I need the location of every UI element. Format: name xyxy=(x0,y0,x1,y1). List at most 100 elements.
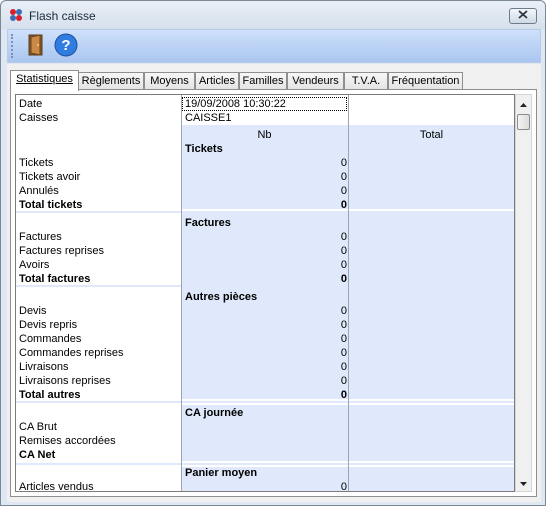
total-label: Total autres xyxy=(19,389,81,401)
scroll-thumb[interactable] xyxy=(517,114,530,130)
section-title-factures: Factures xyxy=(185,217,231,229)
table-row: Devis repris 0 xyxy=(16,318,514,332)
app-logo-icon xyxy=(9,8,23,22)
row-label: Tickets avoir xyxy=(19,171,81,183)
caisses-label: Caisses xyxy=(19,112,59,124)
scroll-up-button[interactable] xyxy=(516,96,531,112)
total-row: Total autres 0 xyxy=(16,388,514,402)
total-nb: 0 xyxy=(340,389,347,401)
row-nb: 0 xyxy=(340,231,347,243)
tab-label: Règlements xyxy=(81,75,141,87)
table-row: CA Brut xyxy=(16,420,514,434)
flash-caisse-window: Flash caisse ? Statistiques Règlements M… xyxy=(0,0,546,506)
tab-tva[interactable]: T.V.A. xyxy=(344,72,388,90)
caisses-value: CAISSE1 xyxy=(185,112,232,124)
date-label: Date xyxy=(19,98,43,110)
row-nb: 0 xyxy=(340,481,347,492)
tab-label: Fréquentation xyxy=(391,75,460,87)
row-label: Devis repris xyxy=(19,319,78,331)
close-button[interactable] xyxy=(509,8,537,24)
col-total-header: Total xyxy=(419,129,444,141)
table-row: Commandes reprises 0 xyxy=(16,346,514,360)
total-label: CA Net xyxy=(19,449,56,461)
row-label: Tickets xyxy=(19,157,54,169)
row-label: Commandes xyxy=(19,333,82,345)
section-title-tickets: Tickets xyxy=(185,143,223,155)
table-row: Avoirs 0 xyxy=(16,258,514,272)
tab-label: Vendeurs xyxy=(292,75,339,87)
arrow-down-icon xyxy=(520,477,527,489)
exit-button[interactable] xyxy=(22,32,50,60)
section-header: CA journée xyxy=(16,406,514,420)
tab-label: T.V.A. xyxy=(351,75,381,87)
row-nb: 0 xyxy=(340,171,347,183)
total-nb: 0 xyxy=(340,273,347,285)
table-row: Livraisons 0 xyxy=(16,360,514,374)
row-label: CA Brut xyxy=(19,421,57,433)
arrow-up-icon xyxy=(520,98,527,110)
title-bar: Flash caisse xyxy=(1,1,545,29)
col-nb-header: Nb xyxy=(257,129,272,141)
section-title-autres: Autres pièces xyxy=(185,291,258,303)
row-label: Articles vendus xyxy=(19,481,94,492)
help-icon: ? xyxy=(54,33,78,60)
section-header: Factures xyxy=(16,216,514,230)
row-label: Factures xyxy=(19,231,62,243)
table-row: Factures 0 xyxy=(16,230,514,244)
exit-door-icon xyxy=(26,33,46,60)
tab-label: Statistiques xyxy=(16,73,73,85)
total-row: CA Net xyxy=(16,448,514,462)
total-row: Total factures 0 xyxy=(16,272,514,286)
tab-familles[interactable]: Familles xyxy=(239,72,287,90)
close-icon xyxy=(518,10,528,22)
row-nb: 0 xyxy=(340,157,347,169)
total-nb: 0 xyxy=(340,199,347,211)
table-row: Annulés 0 xyxy=(16,184,514,198)
row-nb: 0 xyxy=(340,305,347,317)
row-label: Factures reprises xyxy=(19,245,104,257)
tab-label: Moyens xyxy=(150,75,189,87)
statistics-grid[interactable]: Date 19/09/2008 10:30:22 Caisses CAISSE1… xyxy=(15,94,515,492)
table-row: Articles vendus 0 xyxy=(16,480,514,492)
row-date: Date 19/09/2008 10:30:22 xyxy=(16,97,514,111)
row-label: Devis xyxy=(19,305,47,317)
row-nb: 0 xyxy=(340,375,347,387)
section-title-ca: CA journée xyxy=(185,407,244,419)
row-nb: 0 xyxy=(340,333,347,345)
row-label: Livraisons reprises xyxy=(19,375,111,387)
date-value[interactable]: 19/09/2008 10:30:22 xyxy=(182,97,347,111)
tab-reglements[interactable]: Règlements xyxy=(78,72,144,90)
row-nb: 0 xyxy=(340,245,347,257)
table-row: Tickets avoir 0 xyxy=(16,170,514,184)
scroll-down-button[interactable] xyxy=(516,475,531,491)
window-title: Flash caisse xyxy=(29,9,96,23)
tab-statistiques[interactable]: Statistiques xyxy=(10,70,79,91)
total-label: Total tickets xyxy=(19,199,83,211)
svg-text:?: ? xyxy=(61,37,70,54)
help-button[interactable]: ? xyxy=(52,32,80,60)
tab-moyens[interactable]: Moyens xyxy=(144,72,195,90)
tab-vendeurs[interactable]: Vendeurs xyxy=(287,72,344,90)
tab-label: Articles xyxy=(198,75,236,87)
toolbar-grip[interactable] xyxy=(11,34,14,58)
row-nb: 0 xyxy=(340,347,347,359)
section-header: Tickets xyxy=(16,142,514,156)
tab-label: Familles xyxy=(242,75,284,87)
table-row: Remises accordées xyxy=(16,434,514,448)
row-nb: 0 xyxy=(340,185,347,197)
row-label: Avoirs xyxy=(19,259,50,271)
row-nb: 0 xyxy=(340,259,347,271)
table-row: Commandes 0 xyxy=(16,332,514,346)
row-label: Commandes reprises xyxy=(19,347,124,359)
vertical-scrollbar[interactable] xyxy=(515,94,532,492)
section-header: Panier moyen xyxy=(16,466,514,480)
total-row: Total tickets 0 xyxy=(16,198,514,212)
table-row: Devis 0 xyxy=(16,304,514,318)
tab-frequentation[interactable]: Fréquentation xyxy=(388,72,463,90)
tab-articles[interactable]: Articles xyxy=(195,72,239,90)
row-label: Livraisons xyxy=(19,361,69,373)
table-row: Tickets 0 xyxy=(16,156,514,170)
table-row: Factures reprises 0 xyxy=(16,244,514,258)
row-nb: 0 xyxy=(340,319,347,331)
row-caisses: Caisses CAISSE1 xyxy=(16,111,514,125)
